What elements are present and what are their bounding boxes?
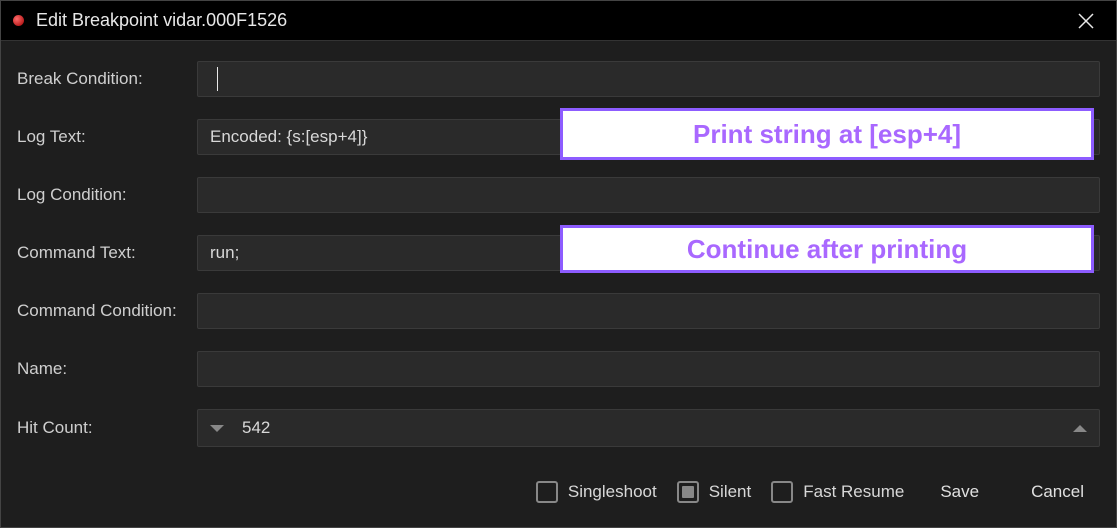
chevron-up-icon[interactable] xyxy=(1073,425,1087,432)
log-condition-input[interactable] xyxy=(197,177,1100,213)
row-command-condition: Command Condition: xyxy=(17,293,1100,329)
row-log-condition: Log Condition: xyxy=(17,177,1100,213)
save-button[interactable]: Save xyxy=(924,474,995,510)
silent-checkbox[interactable] xyxy=(677,481,699,503)
breakpoint-icon xyxy=(13,15,24,26)
hit-count-value: 542 xyxy=(242,418,270,438)
label-break-condition: Break Condition: xyxy=(17,69,197,89)
name-input[interactable] xyxy=(197,351,1100,387)
label-hit-count: Hit Count: xyxy=(17,418,197,438)
singleshoot-label: Singleshoot xyxy=(568,482,657,502)
label-command-text: Command Text: xyxy=(17,243,197,263)
label-name: Name: xyxy=(17,359,197,379)
row-name: Name: xyxy=(17,351,1100,387)
break-condition-input[interactable] xyxy=(197,61,1100,97)
titlebar: Edit Breakpoint vidar.000F1526 xyxy=(1,1,1116,41)
row-hit-count: Hit Count: 542 xyxy=(17,409,1100,447)
close-icon xyxy=(1077,12,1095,30)
fast-resume-label: Fast Resume xyxy=(803,482,904,502)
annotation-continue-after: Continue after printing xyxy=(560,225,1094,273)
silent-checkbox-wrap[interactable]: Silent xyxy=(677,481,752,503)
close-button[interactable] xyxy=(1066,1,1106,41)
label-command-condition: Command Condition: xyxy=(17,301,197,321)
annotation-print-string: Print string at [esp+4] xyxy=(560,108,1094,160)
window-title: Edit Breakpoint vidar.000F1526 xyxy=(36,10,1066,31)
fast-resume-checkbox[interactable] xyxy=(771,481,793,503)
label-log-condition: Log Condition: xyxy=(17,185,197,205)
silent-label: Silent xyxy=(709,482,752,502)
text-caret xyxy=(217,67,218,91)
label-log-text: Log Text: xyxy=(17,127,197,147)
singleshoot-checkbox[interactable] xyxy=(536,481,558,503)
row-break-condition: Break Condition: xyxy=(17,61,1100,97)
dialog-footer: Singleshoot Silent Fast Resume Save Canc… xyxy=(1,471,1116,527)
cancel-button[interactable]: Cancel xyxy=(1015,474,1100,510)
command-condition-input[interactable] xyxy=(197,293,1100,329)
singleshoot-checkbox-wrap[interactable]: Singleshoot xyxy=(536,481,657,503)
chevron-down-icon[interactable] xyxy=(210,425,224,432)
fast-resume-checkbox-wrap[interactable]: Fast Resume xyxy=(771,481,904,503)
hit-count-stepper[interactable]: 542 xyxy=(197,409,1100,447)
